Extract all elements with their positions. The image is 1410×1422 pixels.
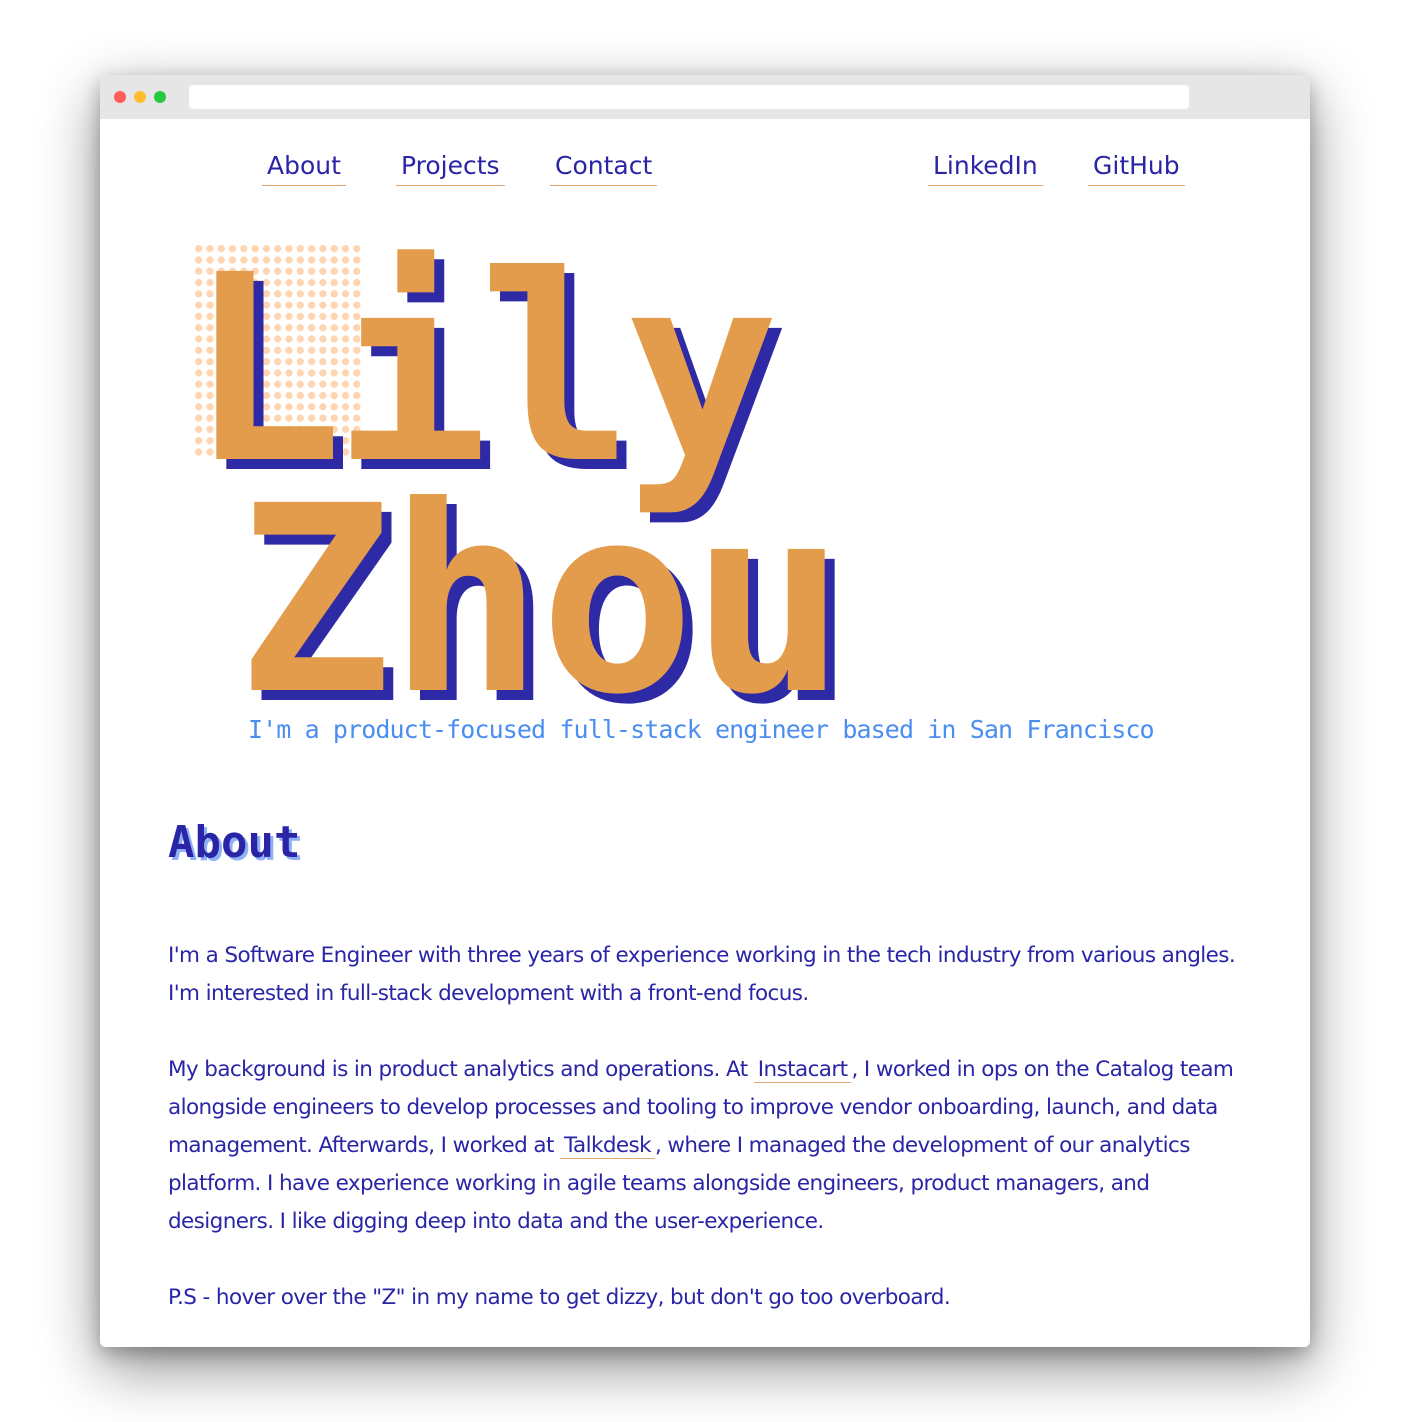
- nav-contact-link[interactable]: Contact: [550, 149, 658, 186]
- close-window-icon[interactable]: [114, 91, 126, 103]
- nav-projects-link[interactable]: Projects: [396, 149, 505, 186]
- instacart-link[interactable]: Instacart: [753, 1057, 852, 1083]
- about-paragraph-ps: P.S - hover over the "Z" in my name to g…: [168, 1285, 951, 1310]
- hero-tagline: I'm a product-focused full-stack enginee…: [248, 715, 1155, 744]
- page-content: About Projects Contact LinkedIn GitHub L…: [100, 119, 1310, 1347]
- minimize-window-icon[interactable]: [134, 91, 146, 103]
- about-paragraph-intro: I'm a Software Engineer with three years…: [168, 943, 1236, 1006]
- nav-about-link[interactable]: About: [262, 149, 346, 186]
- browser-titlebar: [100, 75, 1310, 119]
- address-bar[interactable]: [189, 85, 1189, 109]
- about-paragraph-background: My background is in product analytics an…: [168, 1051, 1248, 1241]
- browser-window: About Projects Contact LinkedIn GitHub L…: [100, 75, 1310, 1347]
- nav-github-link[interactable]: GitHub: [1088, 149, 1185, 186]
- about-background-text: My background is in product analytics an…: [168, 1057, 754, 1082]
- about-heading: About: [168, 817, 301, 868]
- hero-last-name[interactable]: Zhou: [237, 472, 846, 730]
- nav-linkedin-link[interactable]: LinkedIn: [928, 149, 1043, 186]
- maximize-window-icon[interactable]: [154, 91, 166, 103]
- talkdesk-link[interactable]: Talkdesk: [560, 1133, 655, 1159]
